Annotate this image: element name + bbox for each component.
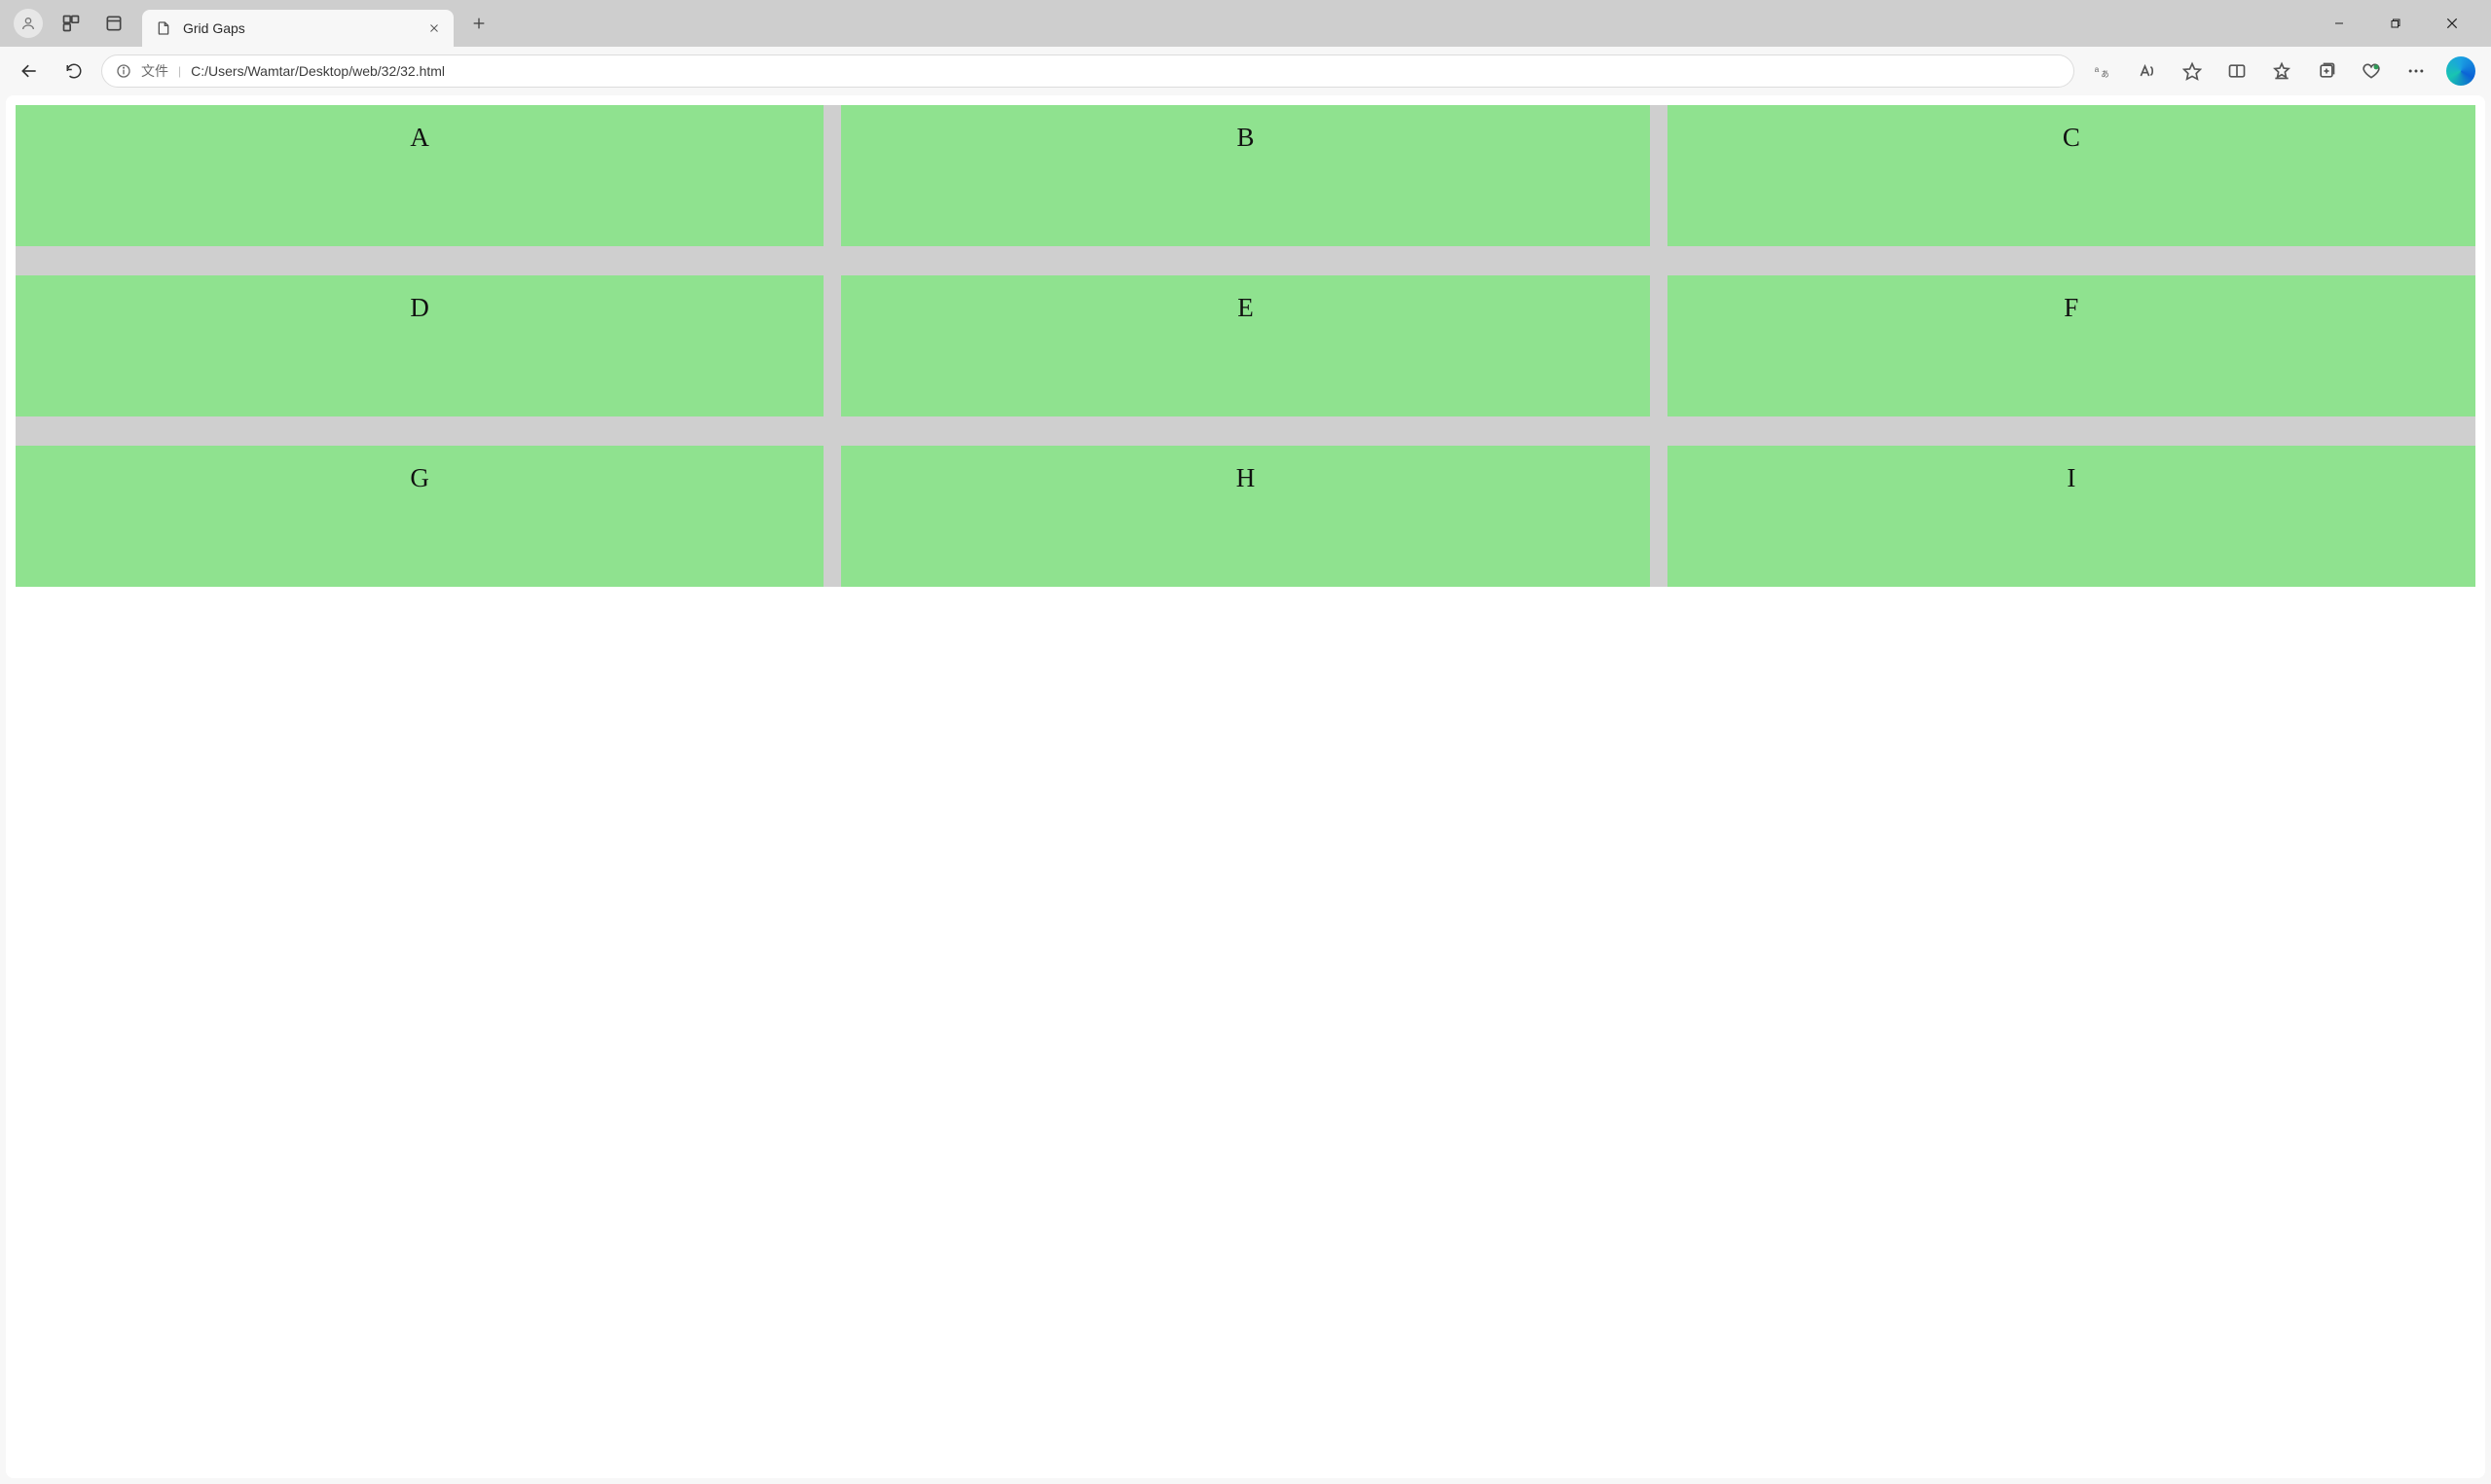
tab-actions-button[interactable]	[99, 9, 128, 38]
titlebar-left	[8, 9, 128, 38]
collections-button[interactable]	[2308, 54, 2345, 89]
grid-cell: I	[1667, 446, 2475, 587]
plus-icon	[471, 16, 487, 31]
toolbar: 文件 | C:/Users/Wamtar/Desktop/web/32/32.h…	[0, 47, 2491, 95]
arrow-left-icon	[19, 61, 39, 81]
window-controls	[2312, 3, 2479, 44]
info-icon[interactable]	[116, 63, 131, 79]
workspaces-icon	[61, 14, 81, 33]
read-aloud-button[interactable]	[2129, 54, 2166, 89]
page-icon	[156, 20, 171, 36]
reload-icon	[65, 62, 83, 80]
grid-cell: A	[16, 105, 824, 246]
close-window-button[interactable]	[2425, 3, 2479, 44]
browser-essentials-button[interactable]	[2353, 54, 2390, 89]
favorite-button[interactable]	[2174, 54, 2211, 89]
star-icon	[2182, 61, 2202, 81]
demo-grid: A B C D E F G H I	[16, 105, 2475, 587]
grid-cell: F	[1667, 275, 2475, 416]
grid-cell: C	[1667, 105, 2475, 246]
more-button[interactable]	[2398, 54, 2435, 89]
content-shell: A B C D E F G H I	[0, 95, 2491, 1484]
collections-icon	[2317, 61, 2336, 81]
more-icon	[2406, 61, 2426, 81]
copilot-icon	[2446, 56, 2475, 86]
svg-text:あ: あ	[2101, 69, 2108, 79]
active-tab[interactable]: Grid Gaps	[142, 10, 454, 47]
minimize-button[interactable]	[2312, 3, 2366, 44]
toolbar-right: aあ	[2084, 54, 2479, 89]
grid-cell: B	[841, 105, 1649, 246]
minimize-icon	[2333, 18, 2345, 29]
close-icon	[2445, 17, 2459, 30]
grid-cell: E	[841, 275, 1649, 416]
heart-pulse-icon	[2362, 61, 2381, 81]
split-screen-icon	[2227, 61, 2247, 81]
profile-button[interactable]	[14, 9, 43, 38]
translate-button[interactable]: aあ	[2084, 54, 2121, 89]
translate-icon: aあ	[2093, 61, 2112, 81]
copilot-button[interactable]	[2442, 54, 2479, 89]
tab-close-button[interactable]	[428, 22, 440, 34]
split-screen-button[interactable]	[2218, 54, 2255, 89]
close-icon	[428, 22, 440, 34]
tab-title: Grid Gaps	[183, 20, 417, 36]
grid-cell: H	[841, 446, 1649, 587]
back-button[interactable]	[12, 54, 47, 89]
text-size-icon	[2138, 61, 2157, 81]
star-list-icon	[2272, 61, 2291, 81]
grid-cell: D	[16, 275, 824, 416]
url-scheme-label: 文件	[141, 61, 168, 81]
reload-button[interactable]	[56, 54, 92, 89]
new-tab-button[interactable]	[463, 8, 495, 39]
page-content: A B C D E F G H I	[6, 95, 2485, 1478]
maximize-button[interactable]	[2368, 3, 2423, 44]
maximize-icon	[2390, 18, 2401, 29]
favorites-list-button[interactable]	[2263, 54, 2300, 89]
url-separator: |	[178, 64, 181, 78]
browser-window: Grid Gaps	[0, 0, 2491, 1484]
grid-cell: G	[16, 446, 824, 587]
person-icon	[20, 16, 36, 31]
titlebar: Grid Gaps	[0, 0, 2491, 47]
workspaces-button[interactable]	[56, 9, 86, 38]
url-text: C:/Users/Wamtar/Desktop/web/32/32.html	[191, 63, 445, 79]
svg-text:a: a	[2095, 64, 2100, 74]
tab-square-icon	[104, 14, 124, 33]
address-bar[interactable]: 文件 | C:/Users/Wamtar/Desktop/web/32/32.h…	[101, 54, 2074, 88]
